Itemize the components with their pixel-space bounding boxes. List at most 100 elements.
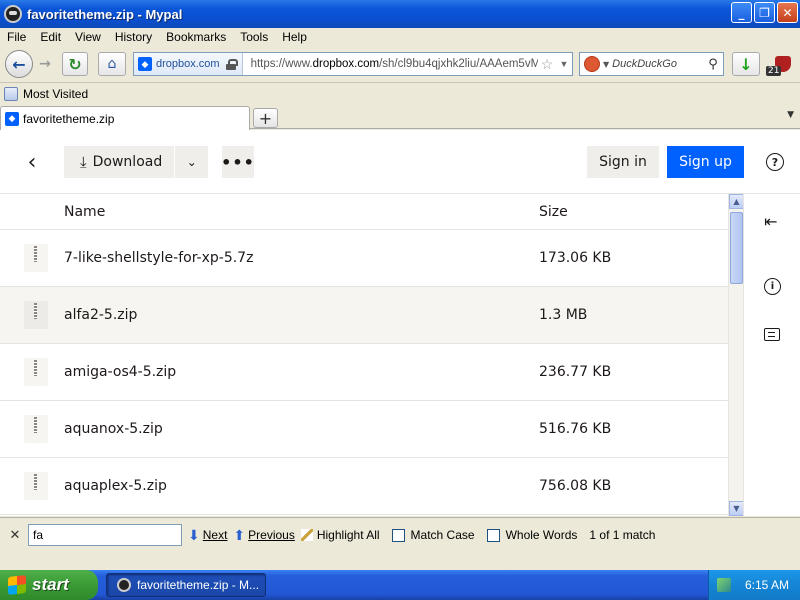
- file-row[interactable]: alfa2-5.zip 1.3 MB: [0, 287, 728, 344]
- scroll-down-icon[interactable]: ▼: [729, 501, 744, 516]
- taskbar-item-mypal[interactable]: favoritetheme.zip - M...: [106, 573, 266, 597]
- downloads-button[interactable]: ↓: [732, 52, 760, 76]
- home-button[interactable]: ⌂: [98, 52, 126, 76]
- whole-words-label: Whole Words: [505, 528, 578, 542]
- scroll-up-icon[interactable]: ▲: [729, 194, 744, 209]
- url-text[interactable]: https://www.dropbox.com/sh/cl9bu4qjxhk2l…: [251, 58, 538, 70]
- find-close-icon[interactable]: ✕: [4, 527, 26, 543]
- side-panel: ⇤ i: [743, 194, 800, 516]
- more-options-button[interactable]: •••: [221, 146, 255, 178]
- minimize-button[interactable]: _: [731, 2, 752, 23]
- sign-up-button[interactable]: Sign up: [667, 146, 744, 178]
- menu-history[interactable]: History: [108, 30, 159, 44]
- comment-icon[interactable]: [764, 328, 780, 341]
- windows-logo-icon: [8, 575, 26, 595]
- match-case-checkbox[interactable]: Match Case: [391, 528, 475, 542]
- close-button[interactable]: ✕: [777, 2, 798, 23]
- download-options-button[interactable]: ⌄: [175, 146, 209, 178]
- find-previous-button[interactable]: ⬆ Previous: [233, 527, 294, 544]
- scrollbar-thumb[interactable]: [730, 212, 743, 284]
- file-name[interactable]: alfa2-5.zip: [64, 307, 137, 323]
- menu-tools[interactable]: Tools: [233, 30, 275, 44]
- dropbox-page: ‹ ⤓ Download ⌄ ••• Sign in Sign up ? Nam…: [0, 130, 800, 516]
- highlight-all-label: Highlight All: [316, 528, 380, 542]
- search-engine-dropdown-icon[interactable]: ▼: [603, 60, 609, 69]
- chevron-down-icon: ⌄: [186, 155, 197, 169]
- file-row[interactable]: 7-like-shellstyle-for-xp-5.7z 173.06 KB: [0, 230, 728, 287]
- menu-view[interactable]: View: [68, 30, 108, 44]
- file-name[interactable]: amiga-os4-5.zip: [64, 364, 176, 380]
- url-prefix: https://www.: [250, 58, 313, 70]
- collapse-panel-icon[interactable]: ⇤: [764, 212, 777, 231]
- file-row[interactable]: aquaplex-5.zip 756.08 KB: [0, 458, 728, 515]
- new-tab-button[interactable]: +: [253, 108, 278, 128]
- menu-file[interactable]: File: [0, 30, 33, 44]
- download-icon: ⤓: [80, 153, 87, 171]
- find-next-label: Next: [202, 528, 228, 542]
- back-button[interactable]: ←: [5, 50, 33, 78]
- checkbox-box[interactable]: [391, 528, 405, 542]
- file-size: 173.06 KB: [539, 250, 612, 266]
- checkbox-box[interactable]: [486, 528, 500, 542]
- zip-file-icon: [24, 301, 48, 329]
- system-tray: 6:15 AM: [708, 570, 800, 600]
- forward-button[interactable]: →: [34, 54, 56, 74]
- file-size: 236.77 KB: [539, 364, 612, 380]
- find-input[interactable]: fa: [28, 524, 182, 546]
- dropbox-favicon-icon: ◆: [138, 57, 152, 71]
- file-size: 516.76 KB: [539, 421, 612, 437]
- network-icon[interactable]: [717, 578, 731, 592]
- column-size[interactable]: Size: [539, 204, 568, 220]
- search-placeholder: DuckDuckGo: [612, 58, 677, 70]
- vertical-scrollbar[interactable]: ▲ ▼: [728, 194, 744, 516]
- file-name[interactable]: 7-like-shellstyle-for-xp-5.7z: [64, 250, 253, 266]
- search-magnifier-icon[interactable]: ⚲: [703, 57, 723, 72]
- menu-bar: File Edit View History Bookmarks Tools H…: [0, 28, 800, 46]
- extension-button[interactable]: 21: [764, 52, 792, 76]
- taskbar-item-label: favoritetheme.zip - M...: [137, 578, 260, 592]
- file-name[interactable]: aquaplex-5.zip: [64, 478, 167, 494]
- start-label: start: [32, 575, 69, 594]
- info-icon[interactable]: i: [764, 278, 781, 295]
- reload-button[interactable]: ↻: [62, 52, 88, 76]
- site-identity-label: dropbox.com: [156, 58, 220, 70]
- maximize-button[interactable]: ❐: [754, 2, 775, 23]
- page-header: ‹ ⤓ Download ⌄ ••• Sign in Sign up ?: [0, 130, 800, 194]
- bookmark-most-visited[interactable]: Most Visited: [23, 87, 88, 101]
- whole-words-checkbox[interactable]: Whole Words: [486, 528, 578, 542]
- tab-favoritetheme[interactable]: ◆ favoritetheme.zip: [0, 106, 250, 130]
- clock[interactable]: 6:15 AM: [745, 578, 789, 592]
- forward-arrow-icon: →: [39, 56, 51, 72]
- url-bar[interactable]: ◆ dropbox.com https://www.dropbox.com/sh…: [133, 52, 573, 76]
- highlight-all-button[interactable]: Highlight All: [300, 528, 380, 542]
- download-button[interactable]: ⤓ Download: [64, 146, 175, 178]
- bookmark-star-icon[interactable]: ☆: [538, 56, 556, 73]
- back-chevron-icon[interactable]: ‹: [22, 150, 42, 175]
- file-name[interactable]: aquanox-5.zip: [64, 421, 163, 437]
- file-size: 756.08 KB: [539, 478, 612, 494]
- file-row[interactable]: amiga-os4-5.zip 236.77 KB: [0, 344, 728, 401]
- help-icon[interactable]: ?: [766, 153, 784, 171]
- tab-list-icon[interactable]: ▼: [787, 110, 794, 120]
- site-identity-button[interactable]: ◆ dropbox.com: [134, 53, 243, 75]
- search-box[interactable]: ▼ DuckDuckGo ⚲: [579, 52, 724, 76]
- sign-in-button[interactable]: Sign in: [587, 146, 659, 178]
- mypal-app-icon[interactable]: [4, 5, 22, 23]
- menu-edit[interactable]: Edit: [33, 30, 68, 44]
- file-row[interactable]: aquanox-5.zip 516.76 KB: [0, 401, 728, 458]
- url-path: /sh/cl9bu4qjxhk2liu/AAAem5vM: [379, 58, 538, 70]
- url-dropdown-icon[interactable]: ▼: [556, 59, 572, 69]
- ellipsis-icon: •••: [221, 152, 255, 172]
- lock-icon: [225, 58, 238, 70]
- zip-file-icon: [24, 358, 48, 386]
- file-list: Name Size 7-like-shellstyle-for-xp-5.7z …: [0, 194, 728, 516]
- duckduckgo-icon[interactable]: [584, 56, 600, 72]
- find-next-button[interactable]: ⬇ Next: [188, 527, 227, 544]
- arrow-down-icon: ⬇: [188, 526, 200, 543]
- window-titlebar[interactable]: favoritetheme.zip - Mypal _ ❐ ✕: [0, 0, 800, 28]
- back-arrow-icon: ←: [12, 54, 26, 74]
- menu-help[interactable]: Help: [275, 30, 314, 44]
- column-name[interactable]: Name: [64, 204, 105, 220]
- menu-bookmarks[interactable]: Bookmarks: [159, 30, 233, 44]
- start-button[interactable]: start: [0, 570, 98, 600]
